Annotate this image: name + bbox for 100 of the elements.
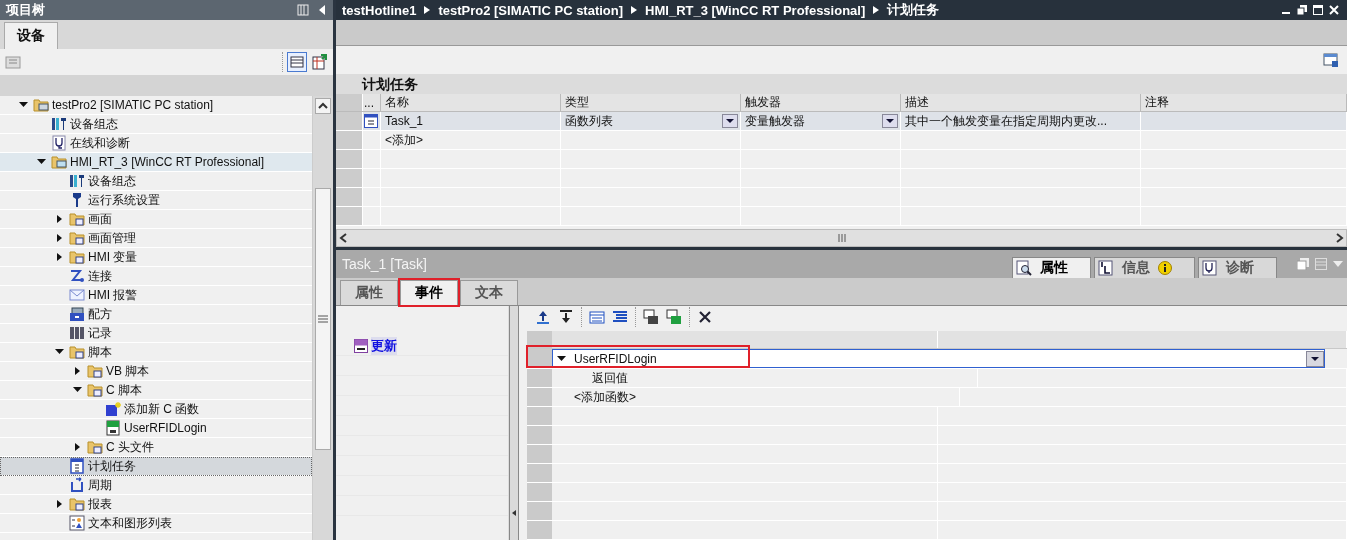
tree-item[interactable]: testPro2 [SIMATIC PC station]: [0, 96, 312, 115]
collapsed-arrow-icon[interactable]: [54, 214, 64, 224]
table-row[interactable]: <添加>: [336, 131, 1347, 150]
table-row[interactable]: Task_1 函数列表 变量触发器 其中一个触发变量在指定周期内更改...: [336, 112, 1347, 131]
code-file-icon: [105, 420, 121, 436]
table-export-icon[interactable]: [311, 53, 329, 71]
collapsed-arrow-icon[interactable]: [54, 252, 64, 262]
device-icon: [51, 116, 67, 132]
column-header[interactable]: 触发器: [741, 94, 901, 111]
column-header[interactable]: 类型: [561, 94, 741, 111]
grip-icon: [837, 234, 846, 242]
collapsed-arrow-icon[interactable]: [72, 442, 82, 452]
breadcrumb-arrow-icon: [873, 6, 880, 14]
column-header[interactable]: 注释: [1141, 94, 1347, 111]
tree-item[interactable]: UserRFIDLogin: [0, 419, 312, 438]
info-list-icon: [1098, 260, 1114, 276]
column-header[interactable]: 描述: [901, 94, 1141, 111]
binders-icon: [69, 325, 85, 341]
expanded-arrow-icon[interactable]: [18, 100, 28, 110]
new-item-icon: [105, 401, 121, 417]
tree-item[interactable]: 报表: [0, 495, 312, 514]
scrollbar[interactable]: [336, 229, 1347, 247]
panel-tab[interactable]: 属性: [1012, 257, 1091, 278]
add-function-link[interactable]: <添加函数>: [574, 388, 636, 406]
c-script-icon[interactable]: [666, 308, 682, 325]
restore-icon[interactable]: [1297, 5, 1307, 15]
scroll-thumb[interactable]: [315, 188, 331, 450]
tree-item[interactable]: VB 脚本: [0, 362, 312, 381]
vb-script-icon[interactable]: [643, 308, 659, 325]
device-tab[interactable]: 设备: [4, 22, 58, 49]
tab[interactable]: 文本: [460, 280, 518, 305]
tree-item[interactable]: C 脚本: [0, 381, 312, 400]
tree-item[interactable]: HMI 报警: [0, 286, 312, 305]
tree-item[interactable]: 记录: [0, 324, 312, 343]
tree-item[interactable]: 文本和图形列表: [0, 514, 312, 533]
collapsed-arrow-icon[interactable]: [72, 366, 82, 376]
column-header[interactable]: 名称: [381, 94, 561, 111]
tree-item[interactable]: 运行系统设置: [0, 191, 312, 210]
panel-tab[interactable]: 诊断: [1198, 257, 1277, 278]
expanded-arrow-icon[interactable]: [72, 385, 82, 395]
breadcrumb-item[interactable]: 计划任务: [887, 1, 940, 19]
dropdown-button-icon[interactable]: [722, 114, 738, 128]
row-header: [336, 94, 363, 111]
folder-icon: [69, 344, 85, 360]
breadcrumb-arrow-icon: [631, 6, 638, 14]
table-view-icon[interactable]: [287, 52, 307, 72]
dropdown-button-icon[interactable]: [1306, 350, 1324, 367]
tree-item[interactable]: 画面: [0, 210, 312, 229]
tree-item[interactable]: 计划任务: [0, 457, 312, 476]
folder-list-icon[interactable]: [589, 308, 605, 325]
tree-item[interactable]: 设备组态: [0, 172, 312, 191]
calendar-icon: [364, 114, 378, 128]
tree-item[interactable]: 周期: [0, 476, 312, 495]
table-cell: Task_1: [385, 114, 424, 128]
collapsed-arrow-icon[interactable]: [54, 499, 64, 509]
tree-item[interactable]: 设备组态: [0, 115, 312, 134]
delete-icon[interactable]: [697, 308, 713, 325]
table-cell: <添加>: [385, 131, 423, 149]
table-cell: 函数列表: [565, 112, 613, 130]
float-icon[interactable]: [1297, 258, 1309, 270]
breadcrumb-item[interactable]: testHotline1: [342, 2, 417, 18]
collapsed-arrow-icon[interactable]: [54, 233, 64, 243]
expanded-arrow-icon[interactable]: [557, 353, 566, 364]
tree-item[interactable]: HMI_RT_3 [WinCC RT Professional]: [0, 153, 312, 172]
info-icon: [1158, 261, 1172, 275]
expanded-arrow-icon[interactable]: [36, 157, 46, 167]
expanded-arrow-icon[interactable]: [54, 347, 64, 357]
tree-item[interactable]: 配方: [0, 305, 312, 324]
folder-icon: [69, 211, 85, 227]
event-item[interactable]: 更新: [371, 336, 397, 355]
panel-tab[interactable]: 信息: [1094, 257, 1195, 278]
dropdown-button-icon[interactable]: [882, 114, 898, 128]
collapse-icon[interactable]: [512, 510, 516, 516]
breadcrumb-item[interactable]: HMI_RT_3 [WinCC RT Professional]: [645, 2, 866, 18]
folder-icon: [87, 382, 103, 398]
move-down-icon[interactable]: [558, 308, 574, 325]
stethoscope-icon: [1202, 260, 1218, 276]
scroll-up-icon[interactable]: [315, 98, 331, 114]
folder-icon: [51, 154, 67, 170]
scrollbar[interactable]: [313, 96, 333, 540]
stethoscope-icon: [51, 135, 67, 151]
close-icon[interactable]: [1329, 5, 1339, 15]
tab[interactable]: 事件: [400, 280, 458, 305]
tree-item[interactable]: 画面管理: [0, 229, 312, 248]
table-cell: 其中一个触发变量在指定周期内更改...: [905, 112, 1107, 130]
tree-item[interactable]: 连接: [0, 267, 312, 286]
column-header[interactable]: ...: [363, 94, 381, 111]
breadcrumb-item[interactable]: testPro2 [SIMATIC PC station]: [438, 2, 624, 18]
folder-icon: [87, 363, 103, 379]
breadcrumb-arrow-icon: [424, 6, 431, 14]
collapse-icon[interactable]: [317, 4, 327, 16]
window-settings-icon[interactable]: [1323, 52, 1339, 68]
split-icon[interactable]: [297, 4, 309, 16]
tree-item[interactable]: 脚本: [0, 343, 312, 362]
calendar-icon: [69, 458, 85, 474]
maximize-icon[interactable]: [1313, 5, 1323, 15]
list-icon[interactable]: [612, 308, 628, 325]
tab[interactable]: 属性: [340, 280, 398, 305]
tree-item[interactable]: HMI 变量: [0, 248, 312, 267]
tree-item[interactable]: 添加新 C 函数: [0, 400, 312, 419]
